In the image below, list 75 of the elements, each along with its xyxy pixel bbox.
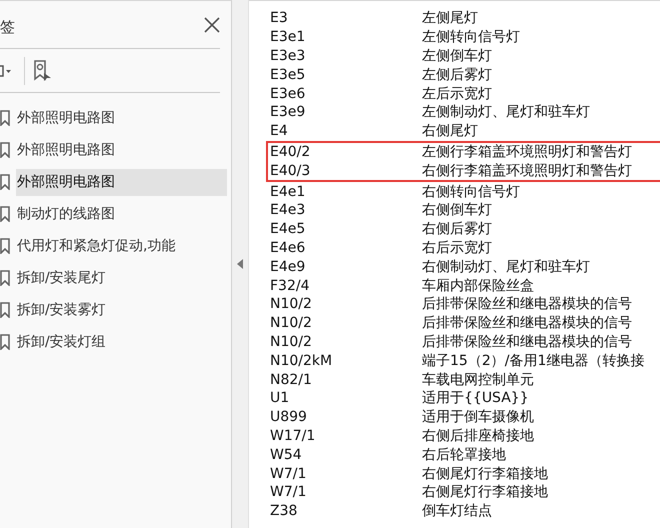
part-description: 右侧后雾灯 <box>422 220 492 238</box>
part-description: 倒车灯结点 <box>422 502 492 520</box>
part-code: E3e5 <box>270 66 306 83</box>
bookmark-icon <box>0 270 10 286</box>
bookmark-icon <box>0 110 10 126</box>
part-code: W17/1 <box>270 428 316 444</box>
part-code: E3e3 <box>270 48 306 64</box>
part-description: 适用于倒车摄像机 <box>422 408 534 426</box>
bookmark-item[interactable]: 拆卸/安装雾灯 <box>16 296 227 324</box>
part-description: 后排带保险丝和继电器模块的信号 <box>422 295 632 314</box>
part-code: E3e9 <box>270 104 306 120</box>
part-code: E40/3 <box>270 162 312 179</box>
part-code: U899 <box>270 409 308 426</box>
part-description: 右侧行李箱盖环境照明灯和警告灯 <box>422 162 632 180</box>
part-description: 车载电网控制单元 <box>422 370 534 389</box>
bookmark-item[interactable]: 拆卸/安装灯组 <box>16 328 227 356</box>
panel-title: 签 <box>0 18 15 37</box>
part-code: N10/2 <box>270 296 313 312</box>
part-code: E40/2 <box>270 144 312 160</box>
part-description: 右侧尾灯行李箱接地 <box>422 483 548 502</box>
part-description: 左侧制动灯、尾灯和驻车灯 <box>422 103 590 122</box>
part-description: 右侧尾灯 <box>422 122 478 140</box>
bookmark-icon <box>0 302 10 318</box>
part-description: 端子15（2）/备用1继电器（转换接 <box>422 352 644 370</box>
bookmark-icon <box>0 142 10 158</box>
part-code: U1 <box>270 390 290 406</box>
part-description: 适用于{{USA}} <box>422 389 529 408</box>
bookmark-item[interactable]: 代用灯和紧急灯促动,功能 <box>16 232 227 260</box>
part-description: 右后轮罩接地 <box>422 446 506 464</box>
part-description: 右侧制动灯、尾灯和驻车灯 <box>422 258 590 276</box>
part-description: 右侧转向信号灯 <box>422 182 520 201</box>
part-code: N10/2kM <box>270 352 334 369</box>
bookmark-item[interactable]: 外部照明电路图 <box>16 168 227 196</box>
part-code: N10/2 <box>270 334 313 350</box>
part-code: N82/1 <box>270 372 313 388</box>
part-code: E4e3 <box>270 202 306 218</box>
part-code: W7/1 <box>270 466 308 482</box>
part-code: E3 <box>270 10 289 26</box>
part-description: 右后示宽灯 <box>422 238 492 257</box>
part-code: W7/1 <box>270 484 308 500</box>
part-description: 车厢内部保险丝盒 <box>422 276 534 295</box>
part-code: E4e1 <box>270 184 306 200</box>
part-code: E4e6 <box>270 240 306 256</box>
options-dropdown-icon[interactable] <box>0 64 12 78</box>
bookmark-search-icon[interactable] <box>33 60 53 82</box>
bookmark-icon <box>0 174 10 190</box>
part-description: 左侧后雾灯 <box>422 66 492 84</box>
bookmark-icon <box>0 206 10 222</box>
part-description: 左侧尾灯 <box>422 9 478 28</box>
collapse-arrow-icon[interactable] <box>237 259 243 269</box>
part-code: N10/2 <box>270 315 313 332</box>
bookmark-icon <box>0 238 10 254</box>
part-description: 右侧尾灯行李箱接地 <box>422 464 548 483</box>
part-code: W54 <box>270 446 303 463</box>
part-code: E4e9 <box>270 258 306 275</box>
close-icon[interactable] <box>204 16 220 32</box>
part-description: 后排带保险丝和继电器模块的信号 <box>422 332 632 351</box>
part-code: E4 <box>270 123 289 140</box>
part-code: F32/4 <box>270 278 310 294</box>
part-description: 左侧转向信号灯 <box>422 28 520 46</box>
bookmark-item[interactable]: 拆卸/安装尾灯 <box>16 264 227 292</box>
part-description: 后排带保险丝和继电器模块的信号 <box>422 314 632 332</box>
part-description: 左侧倒车灯 <box>422 46 492 65</box>
part-code: Z38 <box>270 503 298 520</box>
part-description: 左后示宽灯 <box>422 84 492 103</box>
bookmark-item[interactable]: 制动灯的线路图 <box>16 200 227 228</box>
bookmark-item[interactable]: 外部照明电路图 <box>16 136 227 164</box>
part-description: 右侧倒车灯 <box>422 201 492 220</box>
bookmark-item[interactable]: 外部照明电路图 <box>16 104 227 132</box>
part-code: E4e5 <box>270 221 306 238</box>
bookmark-icon <box>0 334 10 350</box>
part-description: 右侧后排座椅接地 <box>422 426 534 445</box>
part-code: E3e1 <box>270 29 306 46</box>
part-description: 左侧行李箱盖环境照明灯和警告灯 <box>422 142 632 161</box>
part-code: E3e6 <box>270 86 306 102</box>
